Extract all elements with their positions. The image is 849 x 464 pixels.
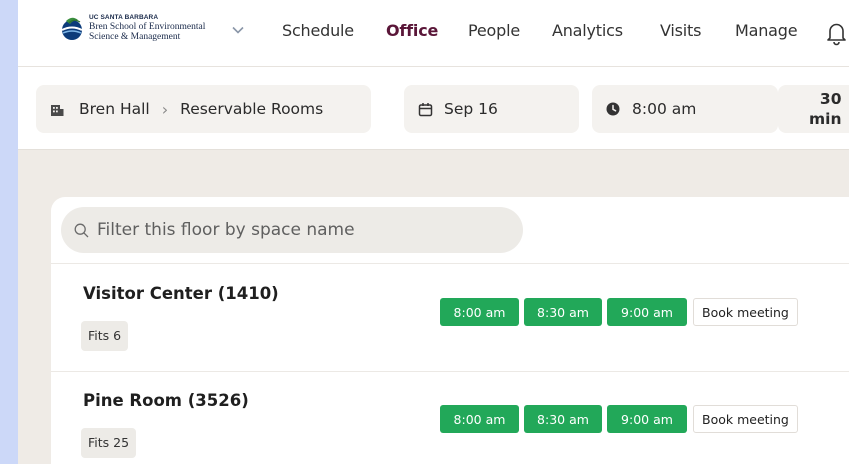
calendar-icon	[418, 102, 433, 116]
nav-visits[interactable]: Visits	[660, 21, 701, 40]
bren-school-logo	[61, 17, 83, 40]
time-slots: 8:00 am 8:30 am 9:00 am Book meeting	[440, 405, 798, 433]
date-value: Sep 16	[444, 100, 498, 118]
bell-icon[interactable]	[824, 20, 848, 46]
time-picker[interactable]: 8:00 am	[592, 85, 778, 133]
duration-value: 30	[819, 90, 842, 108]
university-name: UC SANTA BARBARA	[89, 14, 159, 21]
capacity-badge: Fits 6	[81, 321, 129, 351]
filter-search[interactable]	[61, 207, 523, 253]
nav-analytics[interactable]: Analytics	[552, 21, 623, 40]
location-date-bar: Bren Hall › Reservable Rooms Sep 16 8:00…	[18, 67, 849, 150]
slot-button[interactable]: 9:00 am	[607, 405, 687, 433]
slot-button[interactable]: 8:00 am	[440, 298, 519, 326]
school-name-line1: Bren School of Environmental	[89, 22, 206, 32]
top-navigation: UC SANTA BARBARA Bren School of Environm…	[18, 0, 849, 67]
nav-people[interactable]: People	[468, 21, 520, 40]
slot-button[interactable]: 8:30 am	[524, 405, 602, 433]
time-slots: 8:00 am 8:30 am 9:00 am Book meeting	[440, 298, 798, 326]
breadcrumb-separator: ›	[161, 99, 169, 119]
duration-unit: min	[809, 110, 842, 128]
brand-switcher[interactable]: UC SANTA BARBARA Bren School of Environm…	[58, 13, 258, 45]
clock-icon	[606, 102, 620, 116]
duration-picker[interactable]: 30 min	[778, 85, 849, 133]
nav-schedule[interactable]: Schedule	[282, 21, 354, 40]
breadcrumb-area[interactable]: Reservable Rooms	[180, 100, 323, 118]
school-name-line2: Science & Management	[89, 32, 181, 42]
nav-manage[interactable]: Manage	[735, 21, 798, 40]
book-meeting-button[interactable]: Book meeting	[693, 405, 798, 433]
book-meeting-button[interactable]: Book meeting	[693, 298, 798, 326]
time-value: 8:00 am	[632, 100, 697, 118]
nav-office[interactable]: Office	[386, 21, 438, 40]
building-icon	[51, 105, 64, 116]
breadcrumb-building[interactable]: Bren Hall	[79, 100, 150, 118]
room-name[interactable]: Visitor Center (1410)	[83, 284, 279, 303]
slot-button[interactable]: 8:00 am	[440, 405, 519, 433]
breadcrumb: Bren Hall › Reservable Rooms	[36, 85, 371, 133]
room-row: Visitor Center (1410) Fits 6 8:00 am 8:3…	[51, 264, 849, 371]
app-window: UC SANTA BARBARA Bren School of Environm…	[18, 0, 849, 464]
capacity-badge: Fits 25	[81, 428, 137, 458]
room-row: Pine Room (3526) Fits 25 8:00 am 8:30 am…	[51, 371, 849, 464]
chevron-down-icon[interactable]	[232, 26, 244, 34]
slot-button[interactable]: 9:00 am	[607, 298, 687, 326]
search-input[interactable]	[97, 220, 497, 240]
room-name[interactable]: Pine Room (3526)	[83, 391, 249, 410]
slot-button[interactable]: 8:30 am	[524, 298, 602, 326]
rooms-card: Visitor Center (1410) Fits 6 8:00 am 8:3…	[51, 197, 849, 464]
date-picker[interactable]: Sep 16	[404, 85, 579, 133]
search-icon	[74, 223, 89, 237]
